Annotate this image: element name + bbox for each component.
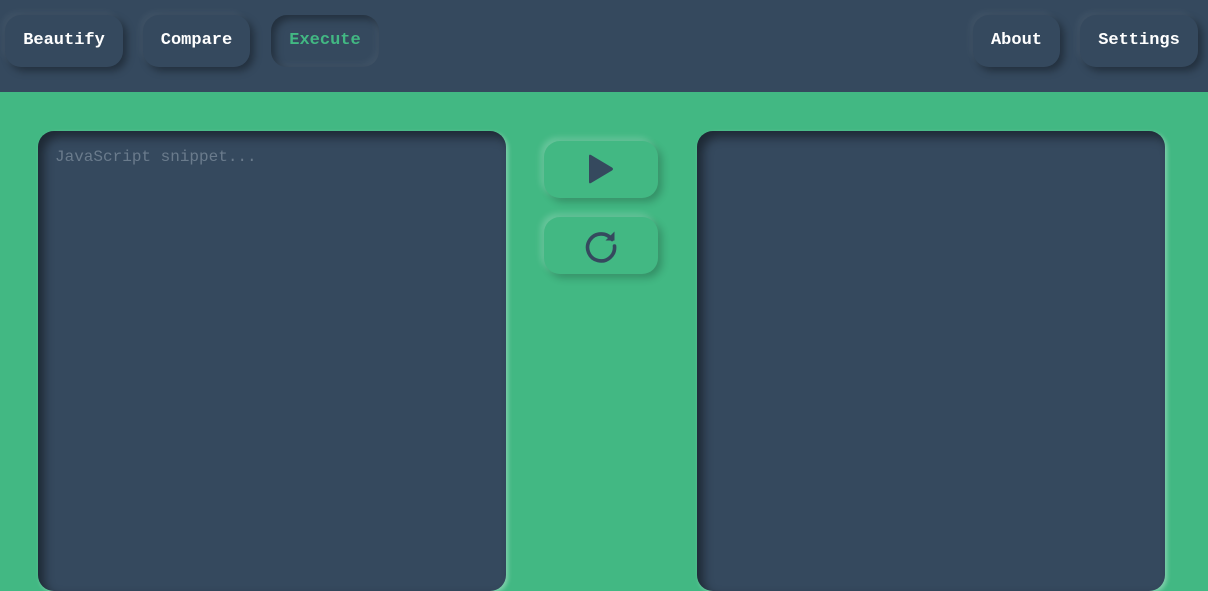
refresh-icon xyxy=(585,231,617,263)
top-navbar: Beautify Compare Execute About Settings xyxy=(0,0,1208,92)
reset-button[interactable] xyxy=(544,217,658,274)
nav-beautify-button[interactable]: Beautify xyxy=(5,15,123,67)
run-button[interactable] xyxy=(544,141,658,198)
nav-execute-button[interactable]: Execute xyxy=(271,15,379,67)
output-display xyxy=(697,131,1165,591)
play-icon xyxy=(589,154,613,183)
code-input[interactable] xyxy=(38,131,506,591)
output-panel xyxy=(697,131,1165,591)
nav-compare-button[interactable]: Compare xyxy=(143,15,250,67)
nav-settings-button[interactable]: Settings xyxy=(1080,15,1198,67)
nav-about-button[interactable]: About xyxy=(973,15,1060,67)
input-panel xyxy=(38,131,506,591)
